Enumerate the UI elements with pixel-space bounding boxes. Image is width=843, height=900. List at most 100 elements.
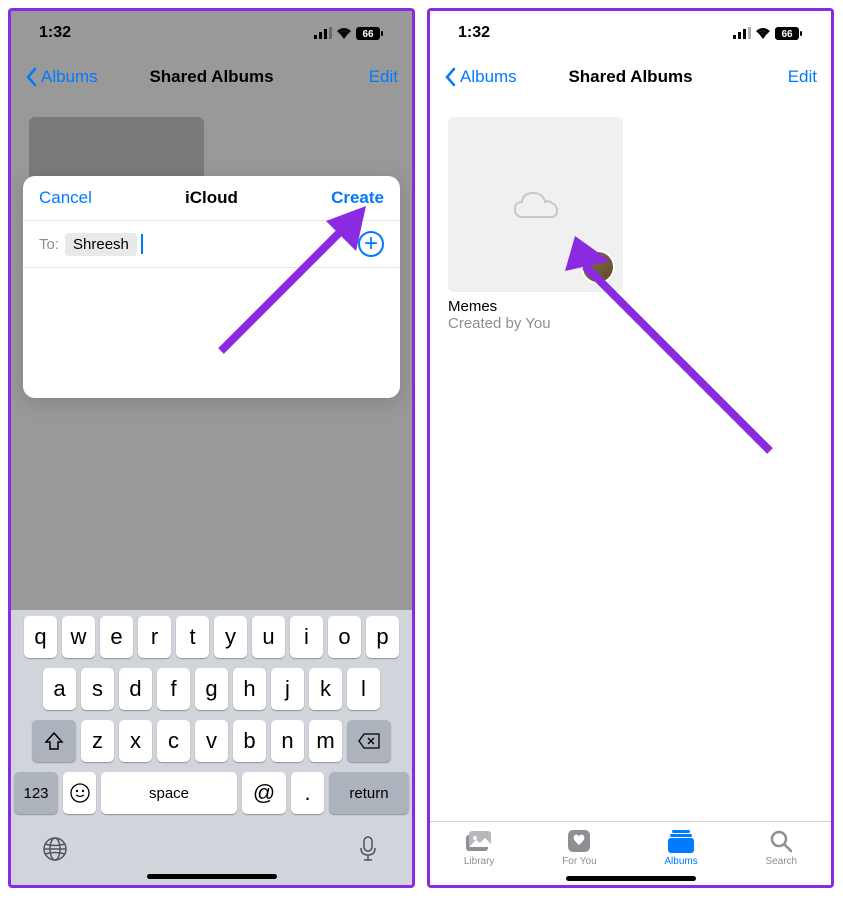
album-card[interactable]: Memes Created by You <box>448 117 623 332</box>
return-key[interactable]: return <box>329 772 409 814</box>
key-k[interactable]: k <box>309 668 342 710</box>
tab-albums[interactable]: Albums <box>664 828 697 867</box>
emoji-icon <box>69 782 91 804</box>
key-row-1: q w e r t y u i o p <box>14 616 409 658</box>
modal-title: iCloud <box>185 188 238 208</box>
chevron-left-icon <box>25 67 37 87</box>
key-row-3: z x c v b n m <box>14 720 409 762</box>
edit-button[interactable]: Edit <box>788 67 817 87</box>
key-d[interactable]: d <box>119 668 152 710</box>
create-button[interactable]: Create <box>331 188 384 208</box>
key-s[interactable]: s <box>81 668 114 710</box>
key-w[interactable]: w <box>62 616 95 658</box>
edit-button[interactable]: Edit <box>369 67 398 87</box>
key-i[interactable]: i <box>290 616 323 658</box>
album-grid: Memes Created by You <box>430 99 831 350</box>
tab-search[interactable]: Search <box>765 828 797 867</box>
tab-foryou[interactable]: For You <box>562 828 596 867</box>
key-x[interactable]: x <box>119 720 152 762</box>
library-icon <box>465 830 493 852</box>
key-a[interactable]: a <box>43 668 76 710</box>
globe-icon[interactable] <box>42 836 68 862</box>
album-thumbnail[interactable] <box>448 117 623 292</box>
status-icons: 66 <box>314 27 384 40</box>
key-j[interactable]: j <box>271 668 304 710</box>
screen-dimmed: 1:32 66 Albums Shared Albums Edit <box>11 11 412 885</box>
tab-library[interactable]: Library <box>464 828 495 867</box>
key-o[interactable]: o <box>328 616 361 658</box>
shift-key[interactable] <box>32 720 76 762</box>
status-bar: 1:32 66 <box>11 11 412 55</box>
search-icon <box>769 829 793 853</box>
status-bar: 1:32 66 <box>430 11 831 55</box>
key-r[interactable]: r <box>138 616 171 658</box>
battery-icon: 66 <box>356 27 384 40</box>
cancel-button[interactable]: Cancel <box>39 188 92 208</box>
to-contact-pill[interactable]: Shreesh <box>65 233 137 256</box>
status-time: 1:32 <box>39 24 71 42</box>
back-label: Albums <box>41 67 98 87</box>
svg-text:66: 66 <box>781 29 793 40</box>
to-label: To: <box>39 236 59 253</box>
key-row-2: a s d f g h j k l <box>14 668 409 710</box>
mic-icon[interactable] <box>355 836 381 862</box>
add-contact-button[interactable]: + <box>358 231 384 257</box>
key-l[interactable]: l <box>347 668 380 710</box>
battery-icon: 66 <box>775 27 803 40</box>
album-avatar <box>581 250 615 284</box>
modal-body <box>23 268 400 398</box>
status-time: 1:32 <box>458 24 490 42</box>
albums-icon <box>668 829 694 853</box>
at-key[interactable]: @ <box>242 772 286 814</box>
chevron-left-icon <box>444 67 456 87</box>
phone-right: 1:32 66 Albums Shared Albums Edit <box>427 8 834 888</box>
key-f[interactable]: f <box>157 668 190 710</box>
text-cursor <box>141 234 143 254</box>
signal-icon <box>314 27 332 39</box>
nav-title: Shared Albums <box>149 67 273 87</box>
numbers-key[interactable]: 123 <box>14 772 58 814</box>
home-indicator[interactable] <box>147 874 277 879</box>
wifi-icon <box>336 27 352 39</box>
nav-title: Shared Albums <box>568 67 692 87</box>
signal-icon <box>733 27 751 39</box>
key-e[interactable]: e <box>100 616 133 658</box>
key-v[interactable]: v <box>195 720 228 762</box>
key-n[interactable]: n <box>271 720 304 762</box>
album-name: Memes <box>448 298 623 315</box>
key-h[interactable]: h <box>233 668 266 710</box>
screen: 1:32 66 Albums Shared Albums Edit <box>430 11 831 885</box>
back-button[interactable]: Albums <box>25 67 98 87</box>
emoji-key[interactable] <box>63 772 96 814</box>
key-y[interactable]: y <box>214 616 247 658</box>
tab-label: Library <box>464 856 495 867</box>
key-z[interactable]: z <box>81 720 114 762</box>
key-q[interactable]: q <box>24 616 57 658</box>
key-m[interactable]: m <box>309 720 342 762</box>
home-indicator[interactable] <box>566 876 696 881</box>
icloud-share-modal: Cancel iCloud Create To: Shreesh + <box>23 176 400 398</box>
nav-bar: Albums Shared Albums Edit <box>11 55 412 99</box>
tab-label: Search <box>765 856 797 867</box>
back-button[interactable]: Albums <box>444 67 517 87</box>
key-b[interactable]: b <box>233 720 266 762</box>
tab-label: Albums <box>664 856 697 867</box>
key-p[interactable]: p <box>366 616 399 658</box>
space-key[interactable]: space <box>101 772 237 814</box>
key-c[interactable]: c <box>157 720 190 762</box>
key-t[interactable]: t <box>176 616 209 658</box>
key-row-4: 123 space @ . return <box>14 772 409 814</box>
album-subtitle: Created by You <box>448 315 623 332</box>
wifi-icon <box>755 27 771 39</box>
keyboard-bottom-row <box>14 824 409 870</box>
key-g[interactable]: g <box>195 668 228 710</box>
back-label: Albums <box>460 67 517 87</box>
key-u[interactable]: u <box>252 616 285 658</box>
svg-text:66: 66 <box>362 29 374 40</box>
shift-icon <box>44 732 64 750</box>
dot-key[interactable]: . <box>291 772 324 814</box>
keyboard: q w e r t y u i o p a s d f g h j k l <box>11 610 412 885</box>
to-field-row[interactable]: To: Shreesh + <box>23 221 400 268</box>
backspace-icon <box>358 733 380 749</box>
delete-key[interactable] <box>347 720 391 762</box>
